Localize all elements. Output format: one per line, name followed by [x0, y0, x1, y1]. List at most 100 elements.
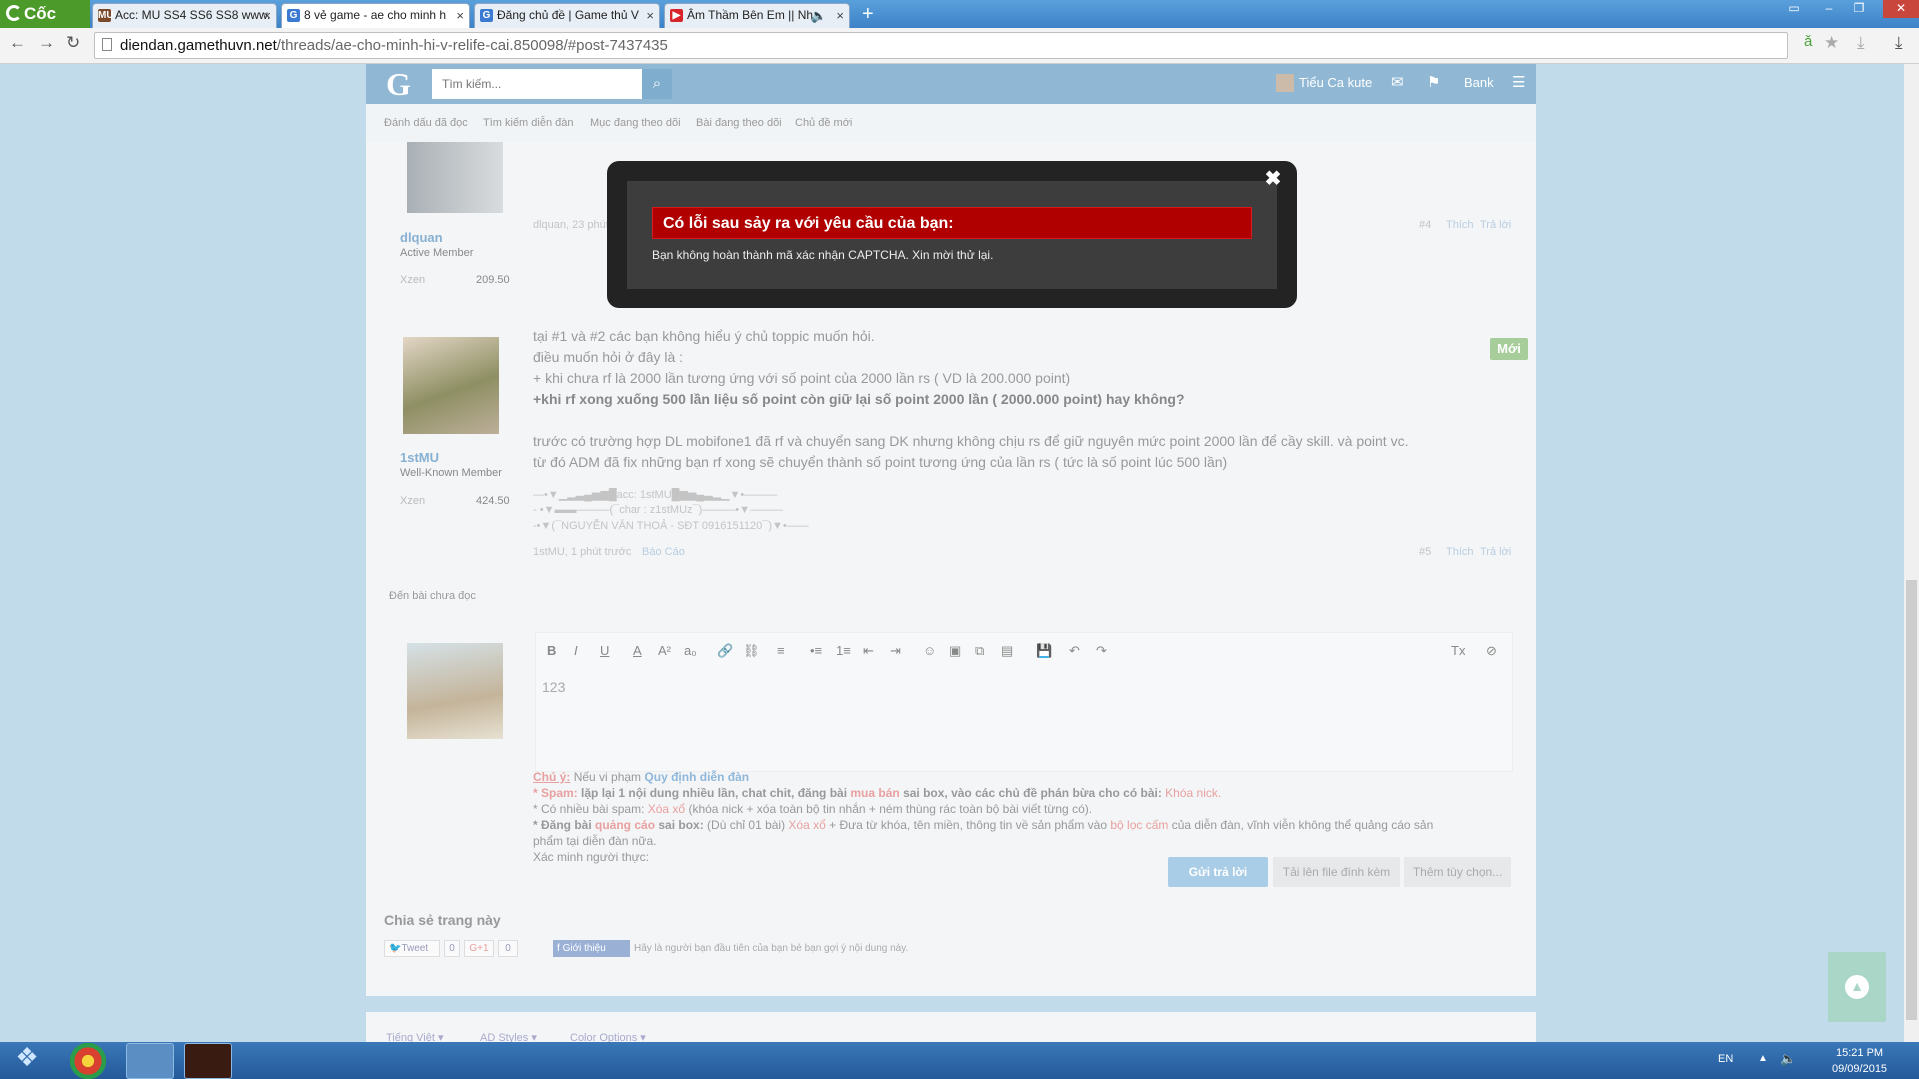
- browser-tab-3[interactable]: G Đăng chủ đề | Game thủ V ×: [474, 3, 660, 28]
- subnav-watched-posts[interactable]: Bài đang theo dõi: [696, 117, 782, 129]
- reply-link[interactable]: Trả lời: [1480, 546, 1511, 558]
- redo-icon[interactable]: ↷: [1096, 643, 1107, 659]
- chrome-icon[interactable]: [64, 1043, 112, 1079]
- font-size-button[interactable]: A²: [658, 643, 671, 658]
- report-link[interactable]: Báo Cáo: [642, 546, 685, 558]
- underline-button[interactable]: U: [600, 643, 609, 658]
- upload-attachment-button[interactable]: Tải lên file đính kèm: [1273, 857, 1400, 887]
- bookmark-star-icon[interactable]: ★: [1824, 33, 1839, 53]
- new-tab-icon[interactable]: +: [862, 4, 874, 24]
- remove-format-icon[interactable]: Tx: [1451, 643, 1465, 658]
- indent-icon[interactable]: ⇥: [890, 643, 901, 659]
- post-signature: - •▼▬▬———(¯char : z1stMUz¯)———•▼———: [533, 504, 784, 516]
- forum-search-input[interactable]: [432, 69, 642, 99]
- post-signature: —•▼▁▂▃▄▅▆█acc: 1stMU█▆▅▄▃▂▁▼•———: [533, 489, 778, 501]
- menu-icon[interactable]: ☰: [1512, 73, 1525, 91]
- download-icon[interactable]: ⤓: [1857, 33, 1865, 53]
- browser-tab-2-active[interactable]: G 8 vẻ game - ae cho minh h ×: [281, 3, 470, 28]
- forum-logo[interactable]: G: [386, 66, 411, 103]
- close-tab-icon[interactable]: ×: [456, 4, 464, 27]
- minimize-icon[interactable]: –: [1815, 0, 1843, 18]
- numbered-list-icon[interactable]: 1≡: [836, 643, 851, 658]
- outdent-icon[interactable]: ⇤: [863, 643, 874, 659]
- browser-tab-1[interactable]: MU Acc: MU SS4 SS6 SS8 www. ×: [92, 3, 277, 28]
- unlink-icon[interactable]: ⛓: [743, 643, 760, 659]
- subnav-new-threads[interactable]: Chủ đề mới: [795, 117, 852, 129]
- game-taskbar-icon[interactable]: [184, 1043, 232, 1079]
- back-icon[interactable]: ←: [9, 33, 26, 53]
- coccoc-taskbar-icon[interactable]: [126, 1043, 174, 1079]
- scroll-to-top-button[interactable]: ▲: [1828, 952, 1886, 1022]
- reply-editor-text[interactable]: 123: [542, 679, 565, 695]
- media-icon[interactable]: ⧉: [975, 643, 984, 659]
- toggle-bbcode-icon[interactable]: ⊘: [1486, 643, 1497, 659]
- url-input[interactable]: diendan.gamethuvn.net/threads/ae-cho-min…: [94, 32, 1788, 59]
- font-color-button[interactable]: A: [633, 643, 642, 658]
- save-draft-icon[interactable]: 💾: [1036, 643, 1052, 659]
- insert-icon[interactable]: ▤: [1001, 643, 1013, 659]
- post-signature: -•▼(¯NGUYỄN VĂN THOẢ - SĐT 0916151120¯)▼…: [533, 520, 809, 532]
- browser-tab-4[interactable]: ▶ Âm Thầm Bên Em || Nh 🔈 ×: [664, 3, 850, 28]
- bank-link[interactable]: Bank: [1464, 75, 1494, 90]
- align-icon[interactable]: ≡: [777, 643, 785, 658]
- flag-icon[interactable]: ⚑: [1427, 73, 1440, 91]
- like-link[interactable]: Thích: [1446, 546, 1474, 558]
- subnav-search-forum[interactable]: Tìm kiếm diễn đàn: [483, 117, 573, 129]
- reload-icon[interactable]: ↻: [66, 33, 80, 53]
- post-username[interactable]: dlquan: [400, 230, 443, 245]
- input-language[interactable]: EN: [1718, 1053, 1733, 1065]
- footer-bar: [366, 1012, 1536, 1042]
- font-family-button[interactable]: a₀: [684, 643, 697, 658]
- reply-link[interactable]: Trả lời: [1480, 219, 1511, 231]
- forward-icon[interactable]: →: [38, 33, 55, 53]
- bullet-list-icon[interactable]: •≡: [810, 643, 822, 658]
- post-stat-label: Xzen: [400, 495, 426, 507]
- more-options-button[interactable]: Thêm tùy chọn...: [1404, 857, 1511, 887]
- download-manager-icon[interactable]: ⤓: [1895, 33, 1903, 53]
- mail-icon[interactable]: ✉: [1391, 73, 1404, 91]
- error-modal-title: Có lỗi sau sảy ra với yêu cầu của bạn:: [652, 207, 1252, 239]
- facebook-recommend-button[interactable]: f Giới thiệu: [553, 940, 630, 957]
- reply-editor[interactable]: [535, 632, 1513, 772]
- user-name[interactable]: Tiểu Ca kute: [1299, 75, 1372, 90]
- post-username[interactable]: 1stMU: [400, 450, 439, 465]
- post-avatar[interactable]: [407, 142, 503, 213]
- rules-line-5: phẩm tại diễn đàn nữa.: [533, 834, 657, 848]
- close-tab-icon[interactable]: ×: [646, 4, 654, 27]
- link-icon[interactable]: 🔗: [717, 643, 733, 659]
- image-icon[interactable]: ▣: [949, 643, 961, 659]
- subnav-watched-threads[interactable]: Mục đang theo dõi: [590, 117, 681, 129]
- smiley-icon[interactable]: ☺: [923, 643, 936, 658]
- close-tab-icon[interactable]: ×: [263, 4, 271, 27]
- bold-button[interactable]: B: [547, 643, 556, 658]
- unread-link[interactable]: Đến bài chưa đọc: [389, 590, 476, 602]
- restore-icon[interactable]: ❐: [1845, 0, 1873, 18]
- send-reply-button[interactable]: Gửi trả lời: [1168, 857, 1268, 887]
- scrollbar-thumb[interactable]: [1906, 580, 1917, 1020]
- subnav-mark-read[interactable]: Đánh dấu đã đọc: [384, 117, 468, 129]
- like-link[interactable]: Thích: [1446, 219, 1474, 231]
- post-number[interactable]: #4: [1419, 219, 1431, 231]
- window-close-icon[interactable]: ✕: [1883, 0, 1919, 18]
- coccoc-extension-icon[interactable]: ǎ: [1804, 33, 1812, 50]
- system-clock[interactable]: 15:21 PM 09/09/2015: [1832, 1045, 1887, 1077]
- undo-icon[interactable]: ↶: [1069, 643, 1080, 659]
- gplus-button[interactable]: G+1: [464, 940, 494, 957]
- user-avatar[interactable]: [1276, 74, 1294, 92]
- tab-title: Acc: MU SS4 SS6 SS8 www.: [115, 8, 271, 22]
- italic-button[interactable]: I: [574, 643, 578, 658]
- search-icon[interactable]: ⌕: [642, 69, 672, 99]
- close-tab-icon[interactable]: ×: [836, 4, 844, 27]
- tab-title: 8 vẻ game - ae cho minh h: [304, 8, 447, 22]
- post-number[interactable]: #5: [1419, 546, 1431, 558]
- post-avatar[interactable]: [403, 337, 499, 434]
- rules-link[interactable]: Quy định diễn đàn: [644, 770, 749, 784]
- volume-icon[interactable]: 🔈: [1780, 1051, 1796, 1067]
- windows-start-icon[interactable]: ❖: [6, 1042, 48, 1079]
- tray-arrow-icon[interactable]: ▲: [1758, 1053, 1768, 1064]
- close-icon[interactable]: ✖: [1262, 168, 1284, 190]
- user-account-icon[interactable]: ▭: [1780, 0, 1808, 18]
- tab-title: Âm Thầm Bên Em || Nh: [687, 8, 814, 22]
- browser-brand[interactable]: Cốc Cốc: [0, 0, 90, 51]
- tweet-button[interactable]: 🐦Tweet: [384, 940, 440, 957]
